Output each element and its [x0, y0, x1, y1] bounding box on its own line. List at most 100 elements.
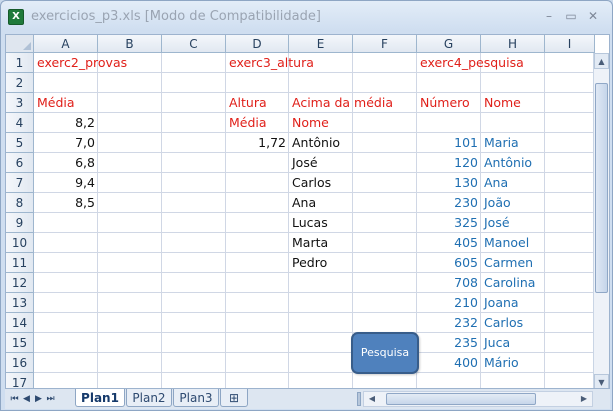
column-header-g[interactable]: G	[417, 35, 481, 53]
row-header-13[interactable]: 13	[6, 293, 34, 313]
cell-g8[interactable]: 230	[417, 193, 481, 213]
scroll-down-icon[interactable]: ▼	[594, 374, 609, 388]
cell-g7[interactable]: 130	[417, 173, 481, 193]
horizontal-scroll-thumb[interactable]	[386, 393, 536, 405]
cell-g15[interactable]: 235	[417, 333, 481, 353]
next-sheet-icon[interactable]: ▶	[33, 392, 44, 406]
row-header-12[interactable]: 12	[6, 273, 34, 293]
cell-d4[interactable]: Média	[226, 113, 270, 133]
cell-e5[interactable]: Antônio	[289, 133, 343, 153]
tab-plan2[interactable]: Plan2	[126, 389, 172, 407]
row-header-3[interactable]: 3	[6, 93, 34, 113]
row-header-5[interactable]: 5	[6, 133, 34, 153]
column-header-h[interactable]: H	[481, 35, 545, 53]
cell-e6[interactable]: José	[289, 153, 321, 173]
scroll-right-icon[interactable]: ▶	[577, 392, 591, 406]
cell-g12[interactable]: 708	[417, 273, 481, 293]
cell-g5[interactable]: 101	[417, 133, 481, 153]
vertical-scroll-thumb[interactable]	[595, 83, 608, 293]
cell-d3[interactable]: Altura	[226, 93, 270, 113]
cell-a7[interactable]: 9,4	[34, 173, 98, 193]
sheet-tab-bar: ⏮ ◀ ▶ ⏭ Plan1 Plan2 Plan3 ⊞ ◀ ▶	[5, 389, 610, 409]
prev-sheet-icon[interactable]: ◀	[21, 392, 32, 406]
cell-h14[interactable]: Carlos	[481, 313, 526, 333]
cell-a4[interactable]: 8,2	[34, 113, 98, 133]
cell-h10[interactable]: Manoel	[481, 233, 532, 253]
cell-h12[interactable]: Carolina	[481, 273, 538, 293]
cell-h16[interactable]: Mário	[481, 353, 522, 373]
select-all-corner[interactable]	[6, 35, 34, 53]
close-icon[interactable]: ✕	[583, 7, 603, 25]
column-header-d[interactable]: D	[226, 35, 289, 53]
row-header-10[interactable]: 10	[6, 233, 34, 253]
row-header-4[interactable]: 4	[6, 113, 34, 133]
gridline	[161, 53, 162, 388]
cell-e4[interactable]: Nome	[289, 113, 332, 133]
cell-e8[interactable]: Ana	[289, 193, 319, 213]
cell-a6[interactable]: 6,8	[34, 153, 98, 173]
cell-h3[interactable]: Nome	[481, 93, 524, 113]
cell-a1[interactable]: exerc2_provas	[34, 53, 130, 73]
column-header-c[interactable]: C	[162, 35, 226, 53]
row-header-9[interactable]: 9	[6, 213, 34, 233]
cell-h6[interactable]: Antônio	[481, 153, 535, 173]
cell-g3[interactable]: Número	[417, 93, 473, 113]
cell-h13[interactable]: Joana	[481, 293, 522, 313]
vertical-scrollbar[interactable]: ▲ ▼	[593, 53, 609, 388]
scroll-left-icon[interactable]: ◀	[365, 392, 379, 406]
restore-icon[interactable]: ▭	[561, 7, 581, 25]
cell-a3[interactable]: Média	[34, 93, 78, 113]
cell-e3[interactable]: Acima da média	[289, 93, 396, 113]
cell-e10[interactable]: Marta	[289, 233, 331, 253]
excel-window: X exercicios_p3.xls [Modo de Compatibili…	[0, 0, 613, 411]
cell-g13[interactable]: 210	[417, 293, 481, 313]
row-header-17[interactable]: 17	[6, 373, 34, 388]
cell-h5[interactable]: Maria	[481, 133, 522, 153]
horizontal-scrollbar[interactable]: ◀ ▶	[363, 391, 593, 407]
cell-h15[interactable]: Juca	[481, 333, 513, 353]
column-header-e[interactable]: E	[289, 35, 353, 53]
row-header-1[interactable]: 1	[6, 53, 34, 73]
tab-plan1[interactable]: Plan1	[75, 389, 125, 407]
cell-h11[interactable]: Carmen	[481, 253, 536, 273]
column-header-b[interactable]: B	[98, 35, 162, 53]
column-header-f[interactable]: F	[353, 35, 417, 53]
cell-g14[interactable]: 232	[417, 313, 481, 333]
tab-split-handle[interactable]	[357, 392, 361, 406]
cell-g1[interactable]: exerc4_pesquisa	[417, 53, 527, 73]
row-header-6[interactable]: 6	[6, 153, 34, 173]
cell-e9[interactable]: Lucas	[289, 213, 331, 233]
cell-d5[interactable]: 1,72	[226, 133, 289, 153]
cell-h8[interactable]: João	[481, 193, 514, 213]
column-header-a[interactable]: A	[34, 35, 98, 53]
cell-g16[interactable]: 400	[417, 353, 481, 373]
excel-file-icon[interactable]: X	[8, 9, 24, 25]
cell-a8[interactable]: 8,5	[34, 193, 98, 213]
last-sheet-icon[interactable]: ⏭	[45, 392, 56, 406]
cell-h7[interactable]: Ana	[481, 173, 511, 193]
row-header-2[interactable]: 2	[6, 73, 34, 93]
row-header-14[interactable]: 14	[6, 313, 34, 333]
column-header-i[interactable]: I	[545, 35, 595, 53]
cell-e11[interactable]: Pedro	[289, 253, 330, 273]
spreadsheet-grid[interactable]: A B C D E F G H I 1 2 3 4 5 6 7 8 9 10 1…	[5, 34, 610, 389]
row-header-15[interactable]: 15	[6, 333, 34, 353]
cell-g6[interactable]: 120	[417, 153, 481, 173]
pesquisa-button[interactable]: Pesquisa	[351, 332, 419, 374]
cell-h9[interactable]: José	[481, 213, 513, 233]
cell-a5[interactable]: 7,0	[34, 133, 98, 153]
scroll-up-icon[interactable]: ▲	[594, 53, 609, 69]
row-header-8[interactable]: 8	[6, 193, 34, 213]
row-header-7[interactable]: 7	[6, 173, 34, 193]
cell-d1[interactable]: exerc3_altura	[226, 53, 317, 73]
tab-plan3[interactable]: Plan3	[173, 389, 219, 407]
cell-g9[interactable]: 325	[417, 213, 481, 233]
cell-e7[interactable]: Carlos	[289, 173, 334, 193]
row-header-16[interactable]: 16	[6, 353, 34, 373]
cell-g10[interactable]: 405	[417, 233, 481, 253]
minimize-icon[interactable]: –	[539, 7, 559, 25]
first-sheet-icon[interactable]: ⏮	[9, 392, 20, 406]
cell-g11[interactable]: 605	[417, 253, 481, 273]
row-header-11[interactable]: 11	[6, 253, 34, 273]
insert-sheet-icon[interactable]: ⊞	[220, 389, 248, 407]
